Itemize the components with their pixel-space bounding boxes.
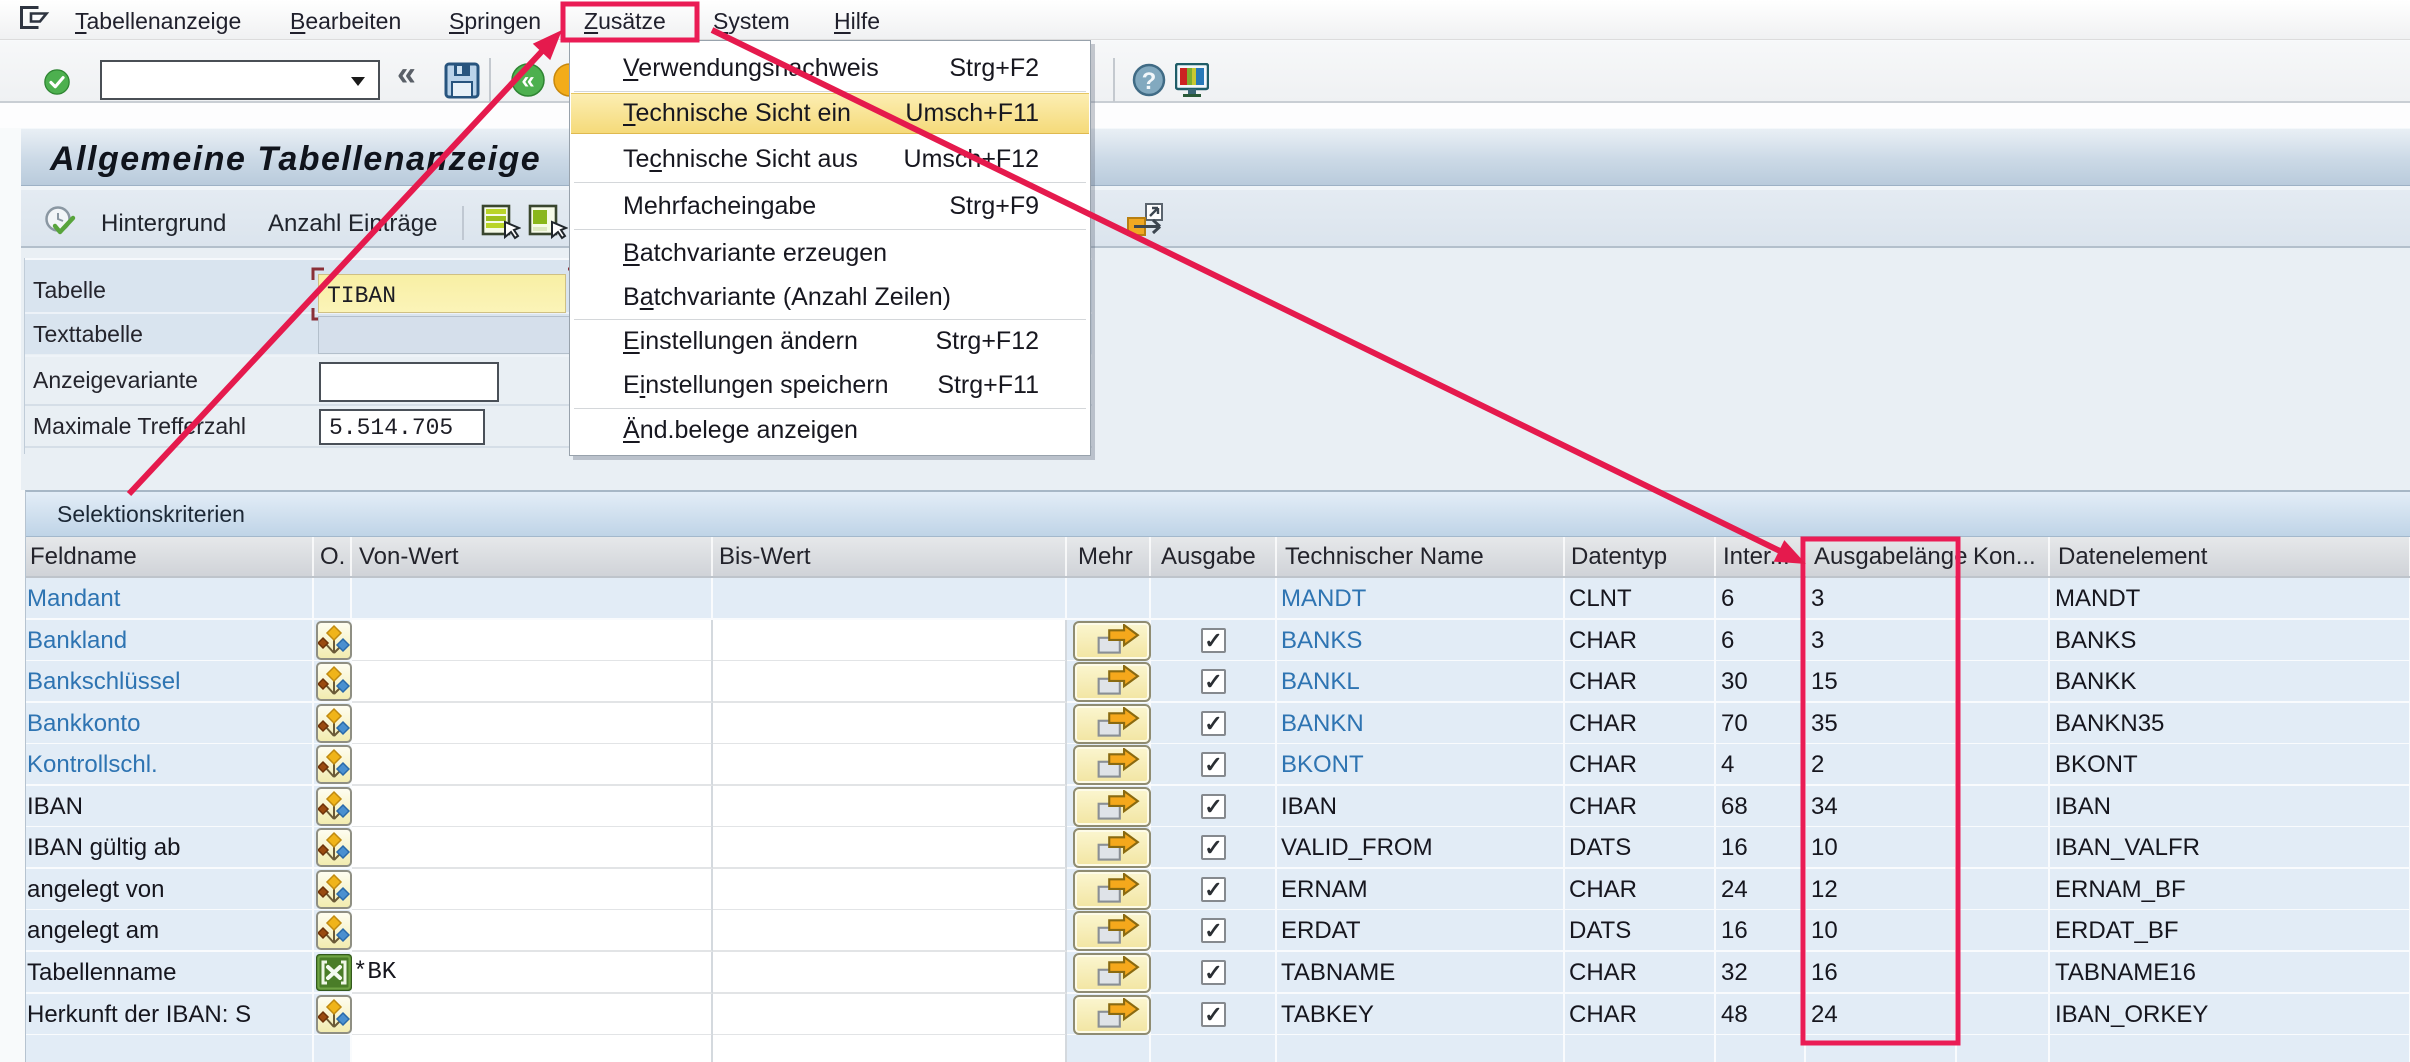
svg-text:?: ? [1142,68,1157,95]
svg-text:«: « [521,67,534,94]
